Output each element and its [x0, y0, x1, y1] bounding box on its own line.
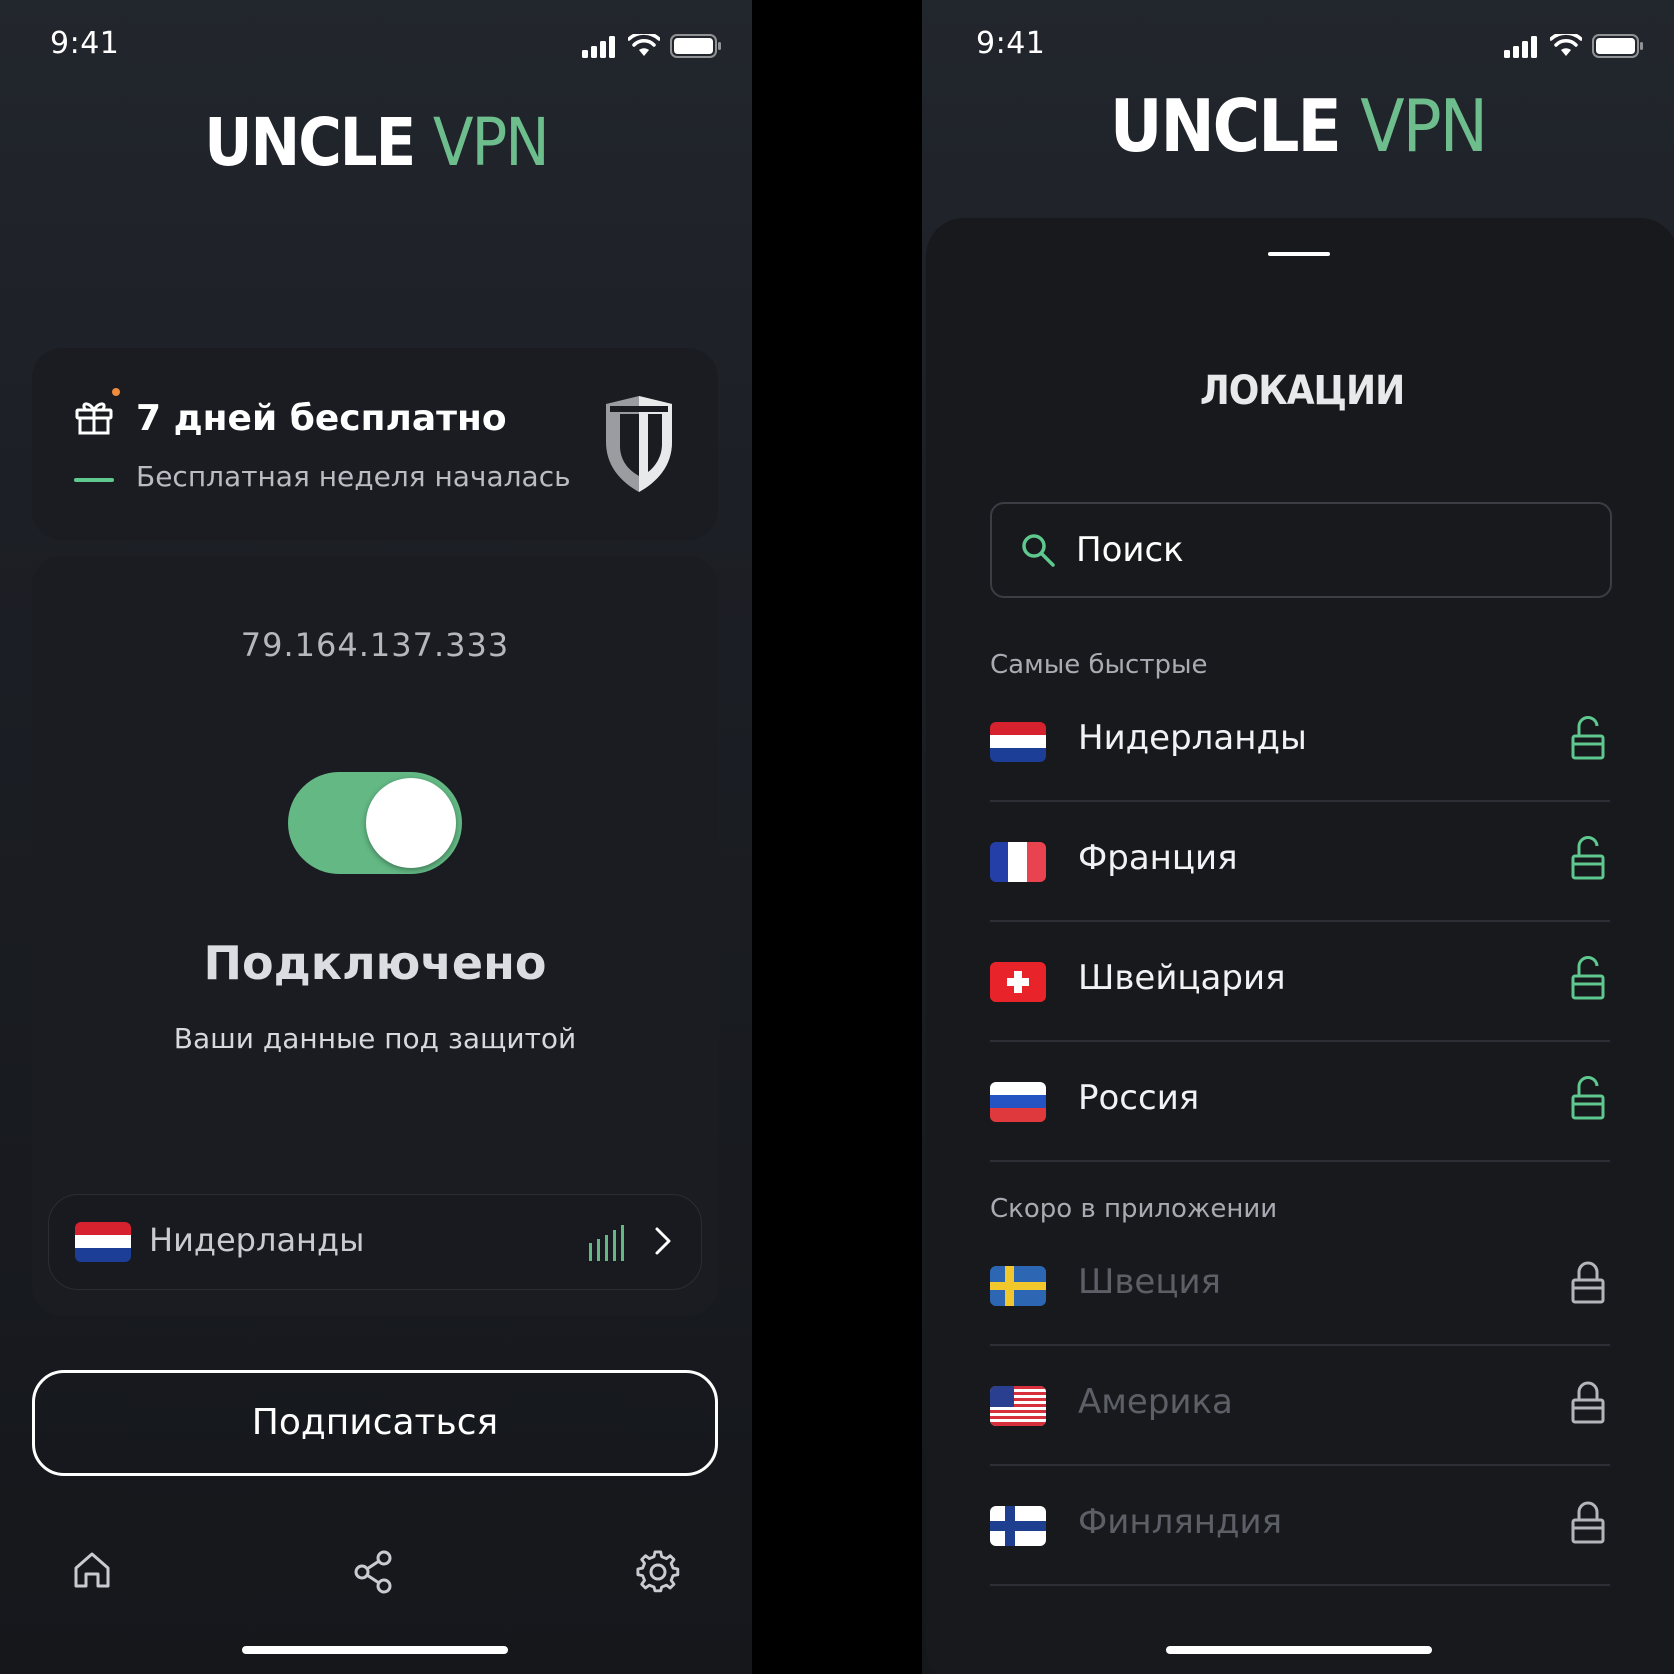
toggle-knob — [366, 778, 456, 868]
country-row-netherlands[interactable]: Нидерланды — [990, 680, 1610, 802]
connection-status: Подключено — [203, 936, 547, 990]
vpn-toggle[interactable] — [288, 772, 462, 874]
gear-icon[interactable] — [636, 1550, 680, 1594]
connection-status-subtitle: Ваши данные под защитой — [173, 1022, 577, 1055]
notification-dot — [112, 388, 120, 396]
main-screen: 9:41 UNCLE VPN 7 дней бесплатно Бесплатн… — [0, 0, 752, 1674]
locations-screen: 9:41 UNCLE VPN ЛОКАЦИИ Поиск Самые быстр… — [922, 0, 1674, 1674]
france-flag-icon — [990, 842, 1046, 882]
trial-card[interactable]: 7 дней бесплатно Бесплатная неделя начал… — [32, 348, 718, 540]
country-row-finland: Финляндия — [990, 1464, 1610, 1586]
status-bar: 9:41 — [0, 26, 752, 66]
trial-subtitle: Бесплатная неделя началась — [136, 460, 571, 493]
country-name: Россия — [1078, 1078, 1200, 1118]
country-name: Франция — [1078, 838, 1238, 878]
trial-progress-bar — [74, 478, 114, 482]
country-row-russia[interactable]: Россия — [990, 1040, 1610, 1162]
chevron-right-icon — [655, 1227, 671, 1255]
share-icon[interactable] — [354, 1550, 394, 1594]
section-coming-soon: Скоро в приложении — [990, 1194, 1278, 1224]
subscribe-button[interactable]: Подписаться — [32, 1370, 718, 1476]
country-row-switzerland[interactable]: Швейцария — [990, 920, 1610, 1042]
cellular-signal-icon — [1504, 36, 1537, 58]
country-row-sweden: Швеция — [990, 1224, 1610, 1346]
signal-strength-icon — [589, 1225, 624, 1261]
country-name: Швеция — [1078, 1262, 1222, 1302]
location-selector[interactable]: Нидерланды — [48, 1194, 702, 1290]
lock-icon — [1571, 1501, 1605, 1544]
usa-flag-icon — [990, 1386, 1046, 1426]
lock-icon — [1571, 1261, 1605, 1304]
trial-title: 7 дней бесплатно — [136, 398, 507, 439]
unlocked-icon — [1571, 716, 1605, 760]
country-row-france[interactable]: Франция — [990, 800, 1610, 922]
finland-flag-icon — [990, 1506, 1046, 1546]
search-icon — [1022, 534, 1055, 567]
country-name: Америка — [1078, 1382, 1233, 1422]
country-name: Финляндия — [1078, 1502, 1283, 1542]
status-time: 9:41 — [50, 26, 120, 61]
ip-address: 79.164.137.333 — [240, 626, 510, 664]
app-logo: UNCLE VPN — [1109, 84, 1488, 168]
sheet-grabber[interactable] — [1268, 252, 1330, 256]
gift-icon — [75, 402, 113, 435]
home-indicator — [1166, 1646, 1432, 1654]
tab-bar — [0, 1550, 752, 1610]
unlocked-icon — [1571, 1076, 1605, 1120]
connection-card: 79.164.137.333 Подключено Ваши данные по… — [32, 556, 718, 1316]
search-placeholder: Поиск — [1076, 530, 1184, 570]
home-indicator — [242, 1646, 508, 1654]
sheet-title: ЛОКАЦИИ — [1199, 368, 1405, 414]
battery-icon — [670, 34, 721, 58]
switzerland-flag-icon — [990, 962, 1046, 1002]
wifi-icon — [628, 34, 660, 56]
home-icon[interactable] — [72, 1550, 112, 1590]
sweden-flag-icon — [990, 1266, 1046, 1306]
russia-flag-icon — [990, 1082, 1046, 1122]
battery-icon — [1592, 34, 1643, 58]
locations-sheet: ЛОКАЦИИ Поиск Самые быстрые Нидерланды Ф… — [926, 218, 1674, 1674]
section-fastest: Самые быстрые — [990, 650, 1208, 680]
country-row-america: Америка — [990, 1344, 1610, 1466]
unlocked-icon — [1571, 956, 1605, 1000]
selected-location-name: Нидерланды — [149, 1221, 365, 1259]
cellular-signal-icon — [582, 36, 615, 58]
search-input[interactable]: Поиск — [990, 502, 1612, 598]
netherlands-flag-icon — [75, 1222, 131, 1262]
status-time: 9:41 — [976, 26, 1046, 61]
country-name: Нидерланды — [1078, 718, 1307, 758]
wifi-icon — [1550, 34, 1582, 56]
app-logo: UNCLE VPN — [204, 104, 549, 181]
shield-logo-icon — [606, 396, 672, 492]
unlocked-icon — [1571, 836, 1605, 880]
country-name: Швейцария — [1078, 958, 1286, 998]
netherlands-flag-icon — [990, 722, 1046, 762]
lock-icon — [1571, 1381, 1605, 1424]
status-bar: 9:41 — [922, 26, 1674, 66]
